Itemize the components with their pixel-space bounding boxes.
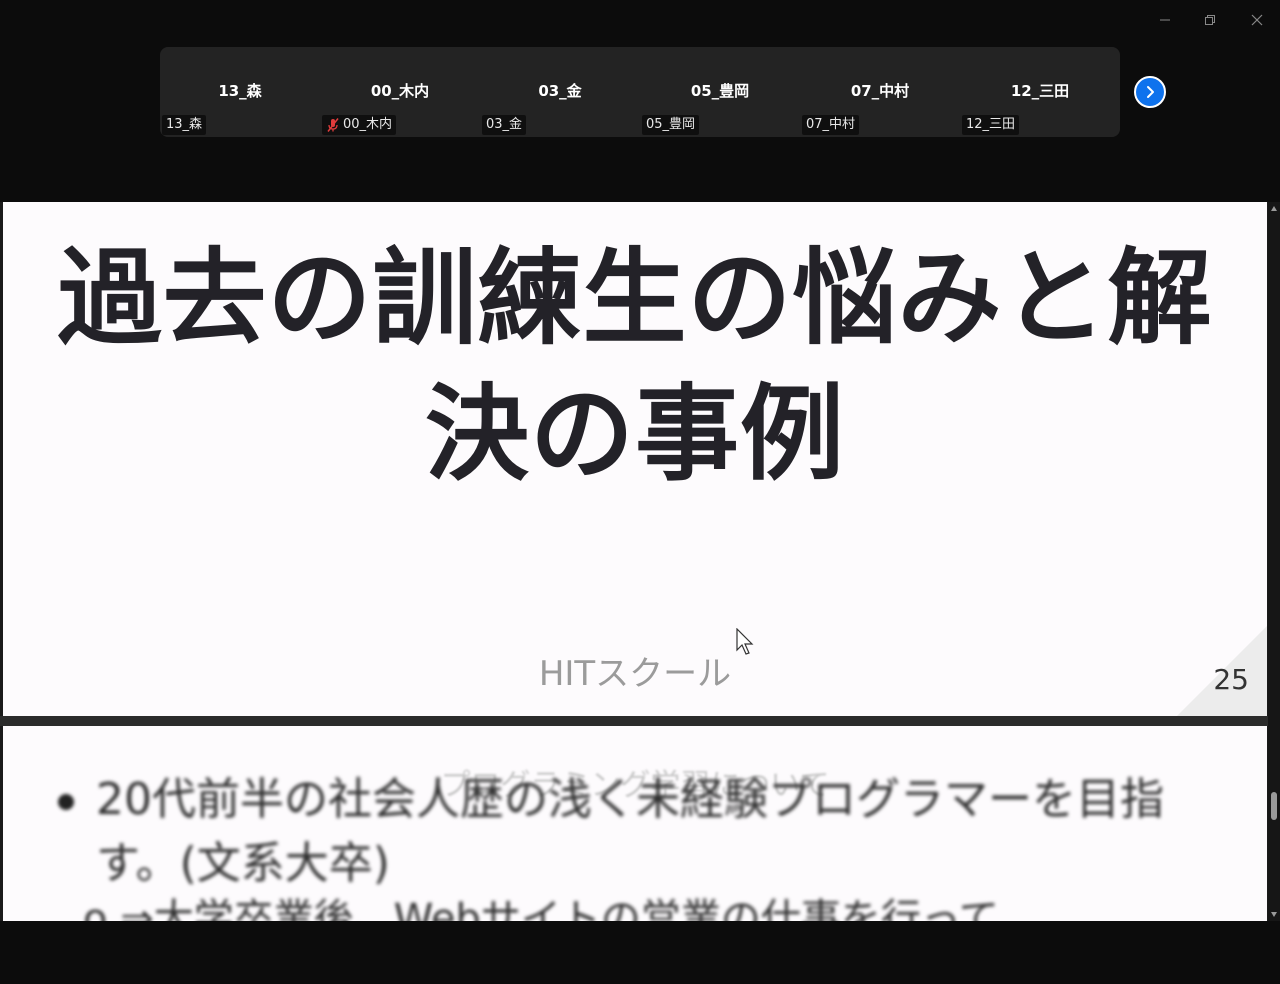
close-button[interactable] [1243,8,1271,32]
participant-label-text: 12_三田 [966,117,1016,132]
participant-tile[interactable]: 00_木内 00_木内 [320,47,480,137]
participant-label-text: 05_豊岡 [646,117,696,132]
minimize-button[interactable] [1151,8,1179,32]
next-participants-button[interactable] [1134,76,1166,108]
scroll-down-icon[interactable] [1270,910,1278,918]
participant-label: 12_三田 [962,115,1020,135]
chevron-right-icon [1147,86,1154,98]
bullet-dot [58,794,74,810]
participant-label: 05_豊岡 [642,115,700,135]
participant-tile[interactable]: 13_森 13_森 [160,47,320,137]
minimize-icon [1160,19,1170,21]
meeting-window: 13_森 13_森 00_木内 00_木内 03_金 03_金 05_豊岡 05… [0,0,1280,984]
sub-bullet-text: o ⇒大学卒業後、Webサイトの営業の仕事を行って [83,896,999,921]
participant-name: 03_金 [538,82,582,100]
participant-name: 07_中村 [850,82,910,100]
participant-label-text: 03_金 [486,117,523,132]
shared-screen: 過去の訓練生の悩みと解決の事例 HITスクール 25 プログラミング学習について… [0,202,1280,921]
participant-tile[interactable]: 03_金 03_金 [480,47,640,137]
participant-label: 07_中村 [802,115,860,135]
close-icon [1251,14,1263,26]
participant-name: 12_三田 [1010,82,1070,100]
participant-label: 13_森 [162,115,207,135]
participant-name: 13_森 [218,82,262,100]
participant-name: 05_豊岡 [690,82,750,100]
participant-label-text: 13_森 [166,117,203,132]
slide-current: 過去の訓練生の悩みと解決の事例 HITスクール 25 [3,202,1267,716]
mouse-cursor-icon [736,628,754,655]
participant-name: 00_木内 [370,82,430,100]
scroll-thumb[interactable] [1271,792,1277,820]
bullet-text: 20代前半の社会人歴の浅く未経験プログラマーを目指す。(文系大卒) [96,774,1164,889]
page-number: 25 [1213,663,1249,696]
participant-label: 03_金 [482,115,527,135]
restore-button[interactable] [1196,8,1224,32]
participant-label: 00_木内 [322,115,397,135]
vertical-scrollbar[interactable] [1268,202,1280,921]
participant-tile[interactable]: 12_三田 12_三田 [960,47,1120,137]
participant-label-text: 00_木内 [343,117,393,132]
participant-strip: 13_森 13_森 00_木内 00_木内 03_金 03_金 05_豊岡 05… [160,47,1120,137]
slide-footer: HITスクール [538,654,732,694]
muted-mic-icon [326,117,340,133]
restore-icon [1205,15,1215,25]
participant-tile[interactable]: 07_中村 07_中村 [800,47,960,137]
slide-next: プログラミング学習について 20代前半の社会人歴の浅く未経験プログラマーを目指す… [3,726,1267,921]
slide-title: 過去の訓練生の悩みと解決の事例 [57,237,1213,495]
participant-label-text: 07_中村 [806,117,856,132]
scroll-up-icon[interactable] [1270,205,1278,213]
participant-tile[interactable]: 05_豊岡 05_豊岡 [640,47,800,137]
slide-divider [0,716,1280,726]
